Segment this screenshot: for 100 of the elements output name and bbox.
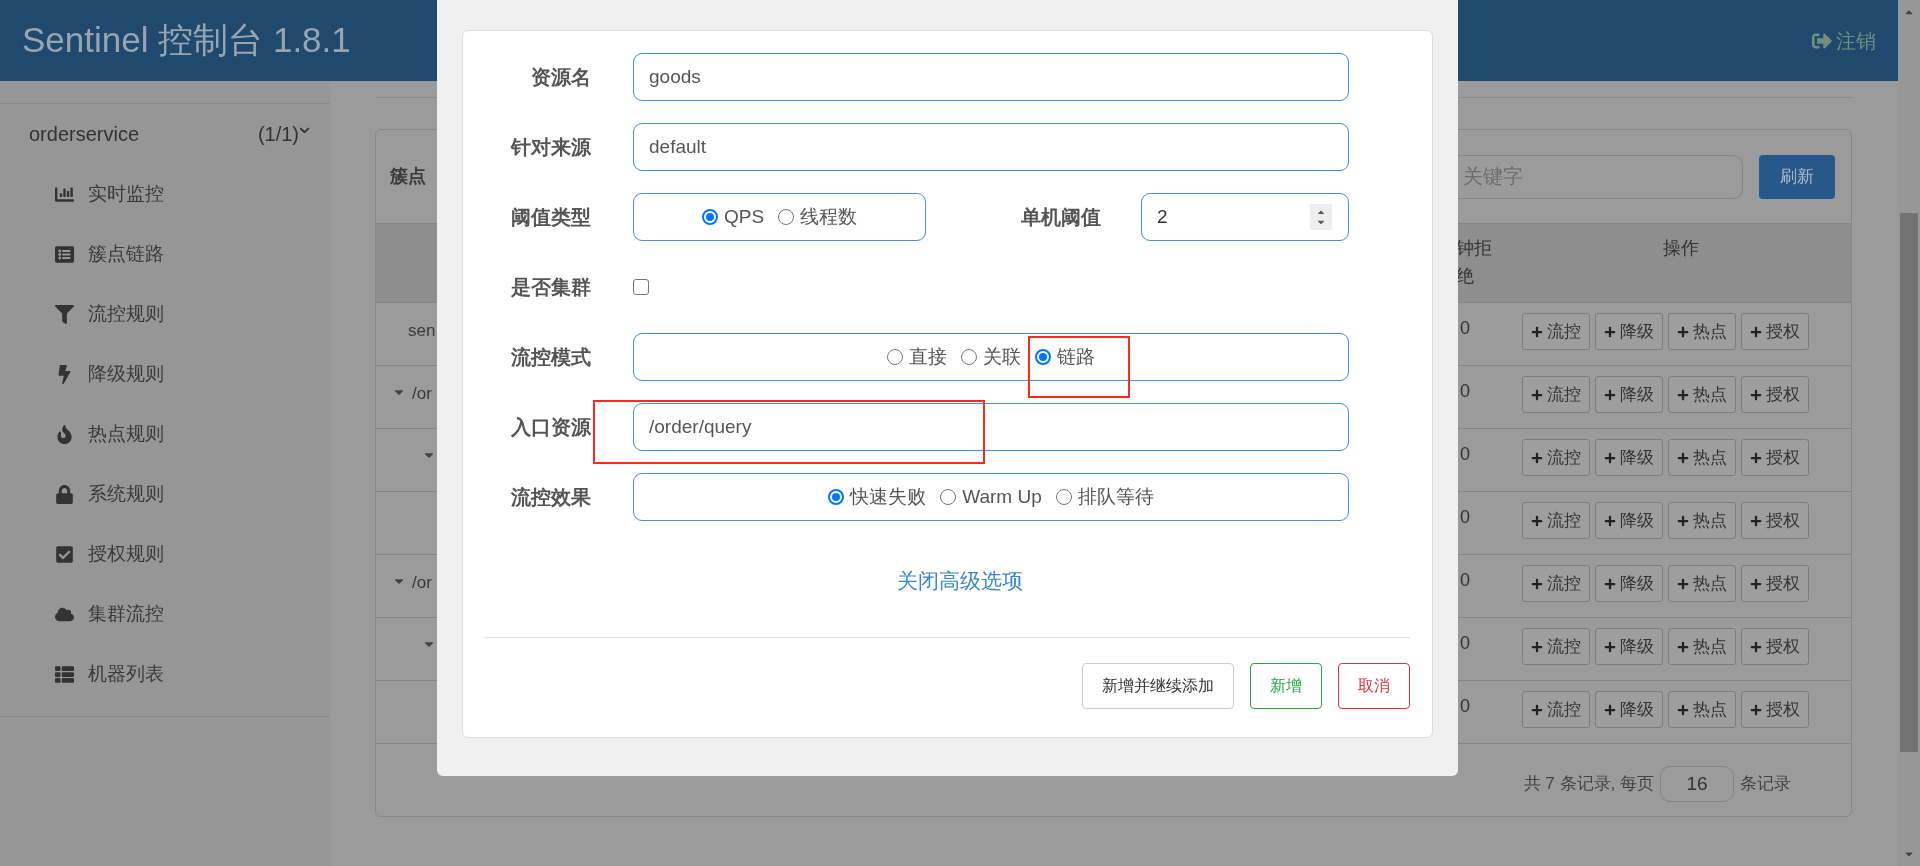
plus-icon	[1531, 451, 1543, 464]
add-rule-button[interactable]: 降级	[1595, 439, 1663, 476]
cluster-checkbox[interactable]	[633, 279, 649, 295]
plus-icon	[1531, 703, 1543, 716]
add-rule-button[interactable]: 热点	[1668, 313, 1736, 350]
radio-option[interactable]: 快速失败	[828, 482, 927, 512]
plus-icon	[1531, 325, 1543, 338]
scrollbar[interactable]	[1898, 0, 1920, 866]
plus-icon	[1604, 640, 1616, 653]
add-rule-button[interactable]: 热点	[1668, 439, 1736, 476]
refresh-button[interactable]: 刷新	[1759, 154, 1835, 199]
app-item[interactable]: orderservice (1/1)	[0, 104, 330, 164]
spinner-icon[interactable]	[1310, 204, 1332, 230]
field-label: 资源名	[530, 65, 591, 90]
dialog-button[interactable]: 取消	[1338, 662, 1410, 709]
add-rule-button[interactable]: 流控	[1522, 628, 1590, 665]
list-icon	[55, 244, 74, 264]
add-rule-button[interactable]: 授权	[1741, 502, 1809, 539]
plus-icon	[1677, 325, 1689, 338]
add-rule-button[interactable]: 授权	[1741, 691, 1809, 728]
field-label: 针对来源	[509, 135, 591, 160]
sidebar-item[interactable]: 流控规则	[0, 284, 330, 344]
add-rule-button[interactable]: 流控	[1522, 565, 1590, 602]
sidebar-item[interactable]: 簇点链路	[0, 224, 330, 284]
scrollbar-thumb[interactable]	[1900, 213, 1918, 752]
plus-icon	[1604, 703, 1616, 716]
plus-icon	[1750, 451, 1762, 464]
plus-icon	[1750, 388, 1762, 401]
plus-icon	[1677, 640, 1689, 653]
add-rule-button[interactable]: 热点	[1668, 628, 1736, 665]
resource-name: sen	[408, 320, 436, 342]
plus-icon	[1604, 577, 1616, 590]
add-rule-button[interactable]: 热点	[1668, 376, 1736, 413]
funnel-icon	[55, 304, 74, 324]
sidebar-item[interactable]: 系统规则	[0, 464, 330, 524]
dialog-button[interactable]: 新增	[1250, 662, 1322, 709]
sidebar-item[interactable]: 授权规则	[0, 524, 330, 584]
plus-icon	[1531, 514, 1543, 527]
field-label: 流控效果	[510, 485, 591, 510]
sidebar-item[interactable]: 降级规则	[0, 344, 330, 404]
add-rule-button[interactable]: 热点	[1668, 502, 1736, 539]
checkbox-icon	[55, 544, 74, 564]
radio-option[interactable]: 关联	[961, 342, 1021, 372]
flame-icon	[55, 424, 74, 444]
source-field[interactable]: default	[633, 123, 1349, 171]
add-rule-button[interactable]: 降级	[1595, 376, 1663, 413]
list-icon	[55, 664, 74, 684]
plus-icon	[1677, 388, 1689, 401]
sidebar-item[interactable]: 热点规则	[0, 404, 330, 464]
bar-chart-icon	[55, 184, 74, 204]
add-rule-button[interactable]: 降级	[1595, 313, 1663, 350]
sidebar-item[interactable]: 机器列表	[0, 644, 330, 704]
threshold-field[interactable]: 2	[1141, 193, 1349, 241]
table-cell-text: 0	[1459, 506, 1471, 529]
field-label: 流控模式	[510, 345, 591, 370]
entry-resource-field[interactable]: /order/query	[633, 403, 1349, 451]
plus-icon	[1531, 577, 1543, 590]
radio-option[interactable]: QPS	[701, 202, 765, 232]
add-rule-button[interactable]: 流控	[1522, 439, 1590, 476]
plus-icon	[1604, 451, 1616, 464]
add-rule-button[interactable]: 降级	[1595, 502, 1663, 539]
add-rule-button[interactable]: 授权	[1741, 313, 1809, 350]
add-rule-button[interactable]: 流控	[1522, 502, 1590, 539]
add-rule-button[interactable]: 授权	[1741, 565, 1809, 602]
radio-option[interactable]: 线程数	[778, 202, 858, 232]
app-title: Sentinel 控制台 1.8.1	[22, 19, 351, 62]
dialog-button[interactable]: 新增并继续添加	[1082, 662, 1234, 709]
plus-icon	[1677, 451, 1689, 464]
pagination-text: 共 7 条记录, 每页	[1523, 773, 1654, 796]
plus-icon	[1750, 325, 1762, 338]
advanced-options-link[interactable]: 关闭高级选项	[896, 565, 1023, 597]
plus-icon	[1531, 388, 1543, 401]
add-rule-button[interactable]: 降级	[1595, 691, 1663, 728]
sidebar-item[interactable]: 集群流控	[0, 584, 330, 644]
radio-option[interactable]: 排队等待	[1055, 482, 1154, 512]
add-rule-button[interactable]: 流控	[1522, 376, 1590, 413]
table-cell-text: 0	[1459, 443, 1471, 466]
radio-option[interactable]: 链路	[1035, 342, 1095, 372]
add-rule-button[interactable]: 流控	[1522, 313, 1590, 350]
table-cell-text: 0	[1459, 380, 1471, 403]
radio-option[interactable]: 直接	[887, 342, 947, 372]
add-rule-button[interactable]: 授权	[1741, 439, 1809, 476]
page-size-field[interactable]: 16	[1660, 766, 1734, 802]
sidebar-item[interactable]: 实时监控	[0, 164, 330, 224]
add-rule-button[interactable]: 授权	[1741, 628, 1809, 665]
add-rule-button[interactable]: 降级	[1595, 628, 1663, 665]
add-rule-button[interactable]: 热点	[1668, 691, 1736, 728]
add-rule-button[interactable]: 流控	[1522, 691, 1590, 728]
resource-name: /or	[412, 383, 432, 405]
plus-icon	[1750, 640, 1762, 653]
table-cell-text: 0	[1459, 569, 1471, 592]
add-rule-button[interactable]: 授权	[1741, 376, 1809, 413]
logout-link[interactable]: 注销	[1812, 25, 1876, 56]
table-cell-text: 0	[1459, 695, 1471, 718]
add-rule-button[interactable]: 降级	[1595, 565, 1663, 602]
radio-option[interactable]: Warm Up	[940, 482, 1042, 512]
table-cell-text: 0	[1459, 632, 1471, 655]
add-rule-button[interactable]: 热点	[1668, 565, 1736, 602]
plus-icon	[1677, 514, 1689, 527]
resource-name-field[interactable]: goods	[633, 53, 1349, 101]
